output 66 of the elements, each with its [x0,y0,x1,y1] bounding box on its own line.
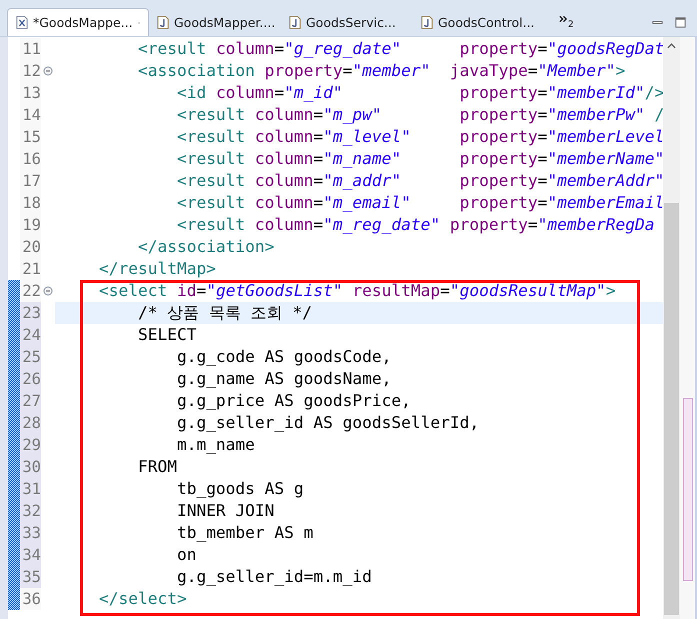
code-line: g.g_code AS goodsCode, [176,347,392,366]
code-line: </resultMap> [98,259,216,278]
code-line: FROM [138,457,177,476]
line-number: 13 [20,82,41,104]
code-line: /* 상품 목록 조회 */ [138,303,312,322]
more-tabs-button[interactable]: 2 [557,8,576,36]
line-number: 26 [20,368,41,390]
xml-file-icon [16,15,28,30]
line-number: 22 [20,280,41,302]
collapse-icon[interactable] [43,66,53,76]
maximize-icon[interactable] [674,16,687,28]
code-line: </association> [138,237,274,256]
line-number: 31 [20,478,41,500]
line-number: 33 [20,522,41,544]
line-number: 34 [20,544,41,566]
code-line: m.m_name [176,435,255,454]
line-number: 19 [20,214,41,236]
code-line: </select> [98,589,187,608]
code-line: <result column="m_addr" property="memberAddr" [176,171,663,190]
code-line: <result column="m_name" property="memberName" [176,149,663,168]
line-number: 21 [20,258,41,280]
code-line: <result column="m_email" property="memberEmail [176,193,663,212]
scroll-up-icon[interactable] [667,43,676,49]
code-line: <association property="member" javaType="Member"> [138,61,626,80]
line-number: 30 [20,456,41,478]
code-line: tb_member AS m [176,523,314,542]
line-number: 23 [20,302,41,324]
code-line: g.g_price AS goodsPrice, [176,391,411,410]
line-number: 32 [20,500,41,522]
line-number: 24 [20,324,41,346]
code-line: <select id="getGoodsList" resultMap="goodsResultMap"> [98,281,616,300]
code-line: tb_goods AS g [176,479,304,498]
java-file-icon [289,14,301,30]
code-line: g.g_seller_id=m.m_id [176,567,372,586]
line-number: 11 [20,38,41,60]
editor-tab[interactable]: *GoodsMappe... [7,8,149,36]
line-number: 27 [20,390,41,412]
line-number: 17 [20,170,41,192]
editor-tab[interactable]: GoodsControl... [413,8,545,36]
double-chevron-icon [559,15,568,23]
editor-tab[interactable]: GoodsServic... [281,8,413,36]
code-line: <result column="m_reg_date" property="memberRegDa [176,215,655,234]
java-file-icon [157,14,169,30]
line-number: 20 [20,236,41,258]
line-number: 14 [20,104,41,126]
code-line: <result column="m_level" property="memberLevel [176,127,663,146]
line-number: 12 [20,60,41,82]
line-number: 25 [20,346,41,368]
line-number: 28 [20,412,41,434]
line-number: 18 [20,192,41,214]
java-file-icon [421,14,433,30]
line-number: 15 [20,126,41,148]
code-line: g.g_seller_id AS goodsSellerId, [176,413,480,432]
line-number: 35 [20,566,41,588]
line-number: 16 [20,148,41,170]
editor-tab[interactable]: GoodsMapper.... [149,8,281,36]
code-line: g.g_name AS goodsName, [176,369,392,388]
code-line: SELECT [138,325,196,344]
code-line: <result column="m_pw" property="memberPw" / [176,105,663,124]
code-line: INNER JOIN [176,501,274,520]
scrollbar[interactable] [663,37,680,619]
code-line: on [176,545,196,564]
line-number: 36 [20,588,41,610]
line-number: 29 [20,434,41,456]
scroll-thumb[interactable] [664,203,679,615]
collapse-icon[interactable] [43,286,53,296]
